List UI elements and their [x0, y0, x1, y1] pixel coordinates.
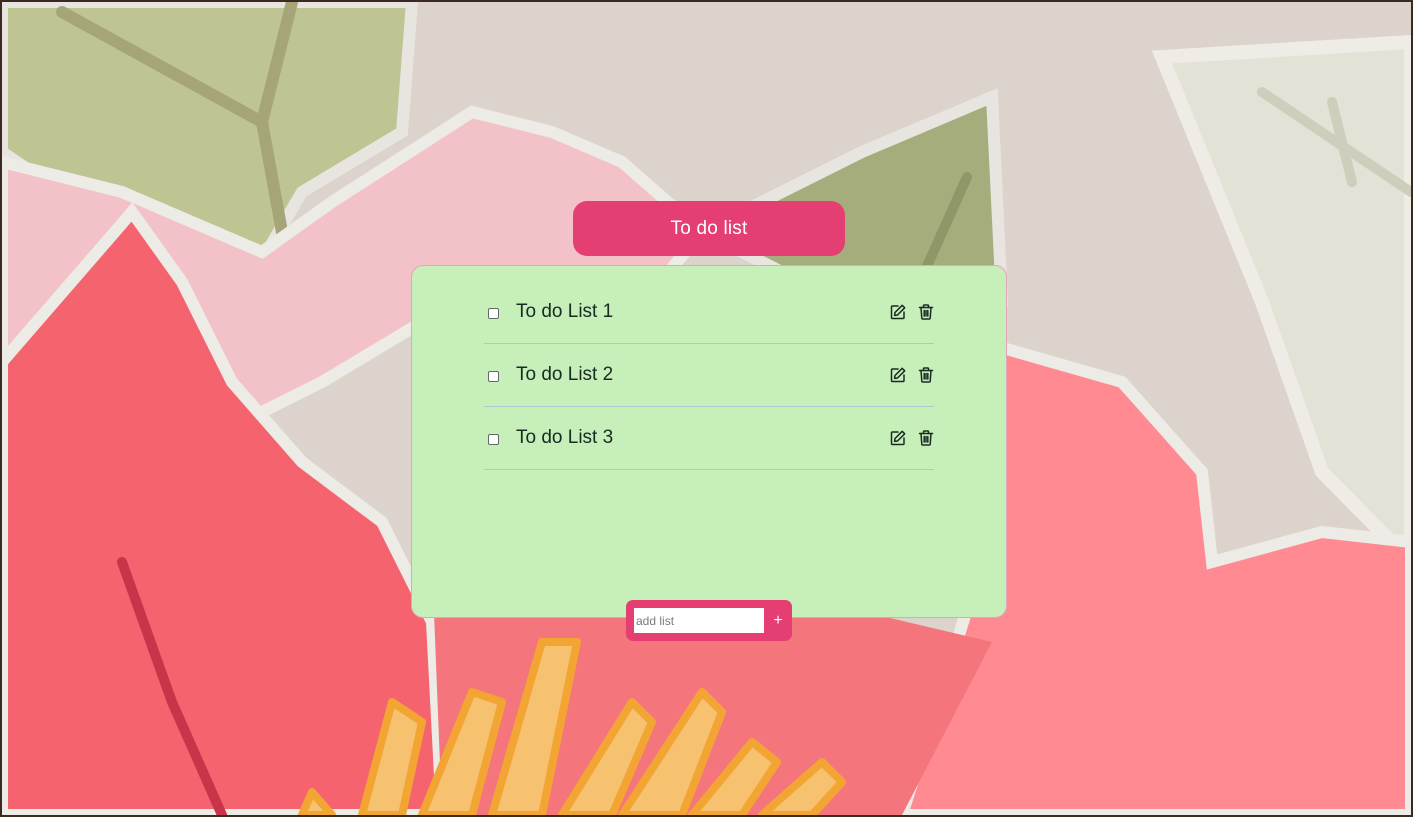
- todo-checkbox[interactable]: [488, 434, 499, 445]
- add-list-input[interactable]: [634, 608, 764, 633]
- edit-icon[interactable]: [889, 366, 907, 384]
- todo-checkbox[interactable]: [488, 308, 499, 319]
- edit-icon[interactable]: [889, 429, 907, 447]
- trash-icon[interactable]: [917, 429, 935, 447]
- page-title: To do list: [573, 201, 845, 256]
- add-list-button[interactable]: +: [768, 608, 788, 633]
- todo-label: To do List 1: [516, 301, 614, 322]
- add-list-bar: +: [626, 600, 792, 641]
- todo-label: To do List 3: [516, 427, 614, 448]
- list-item: To do List 3: [484, 407, 934, 470]
- todo-list: To do List 1 To do List 2 To do List 3: [484, 281, 934, 470]
- list-item: To do List 1: [484, 281, 934, 344]
- todo-card: To do List 1 To do List 2 To do List 3: [411, 265, 1007, 618]
- list-item: To do List 2: [484, 344, 934, 407]
- trash-icon[interactable]: [917, 366, 935, 384]
- trash-icon[interactable]: [917, 303, 935, 321]
- edit-icon[interactable]: [889, 303, 907, 321]
- todo-label: To do List 2: [516, 364, 614, 385]
- todo-checkbox[interactable]: [488, 371, 499, 382]
